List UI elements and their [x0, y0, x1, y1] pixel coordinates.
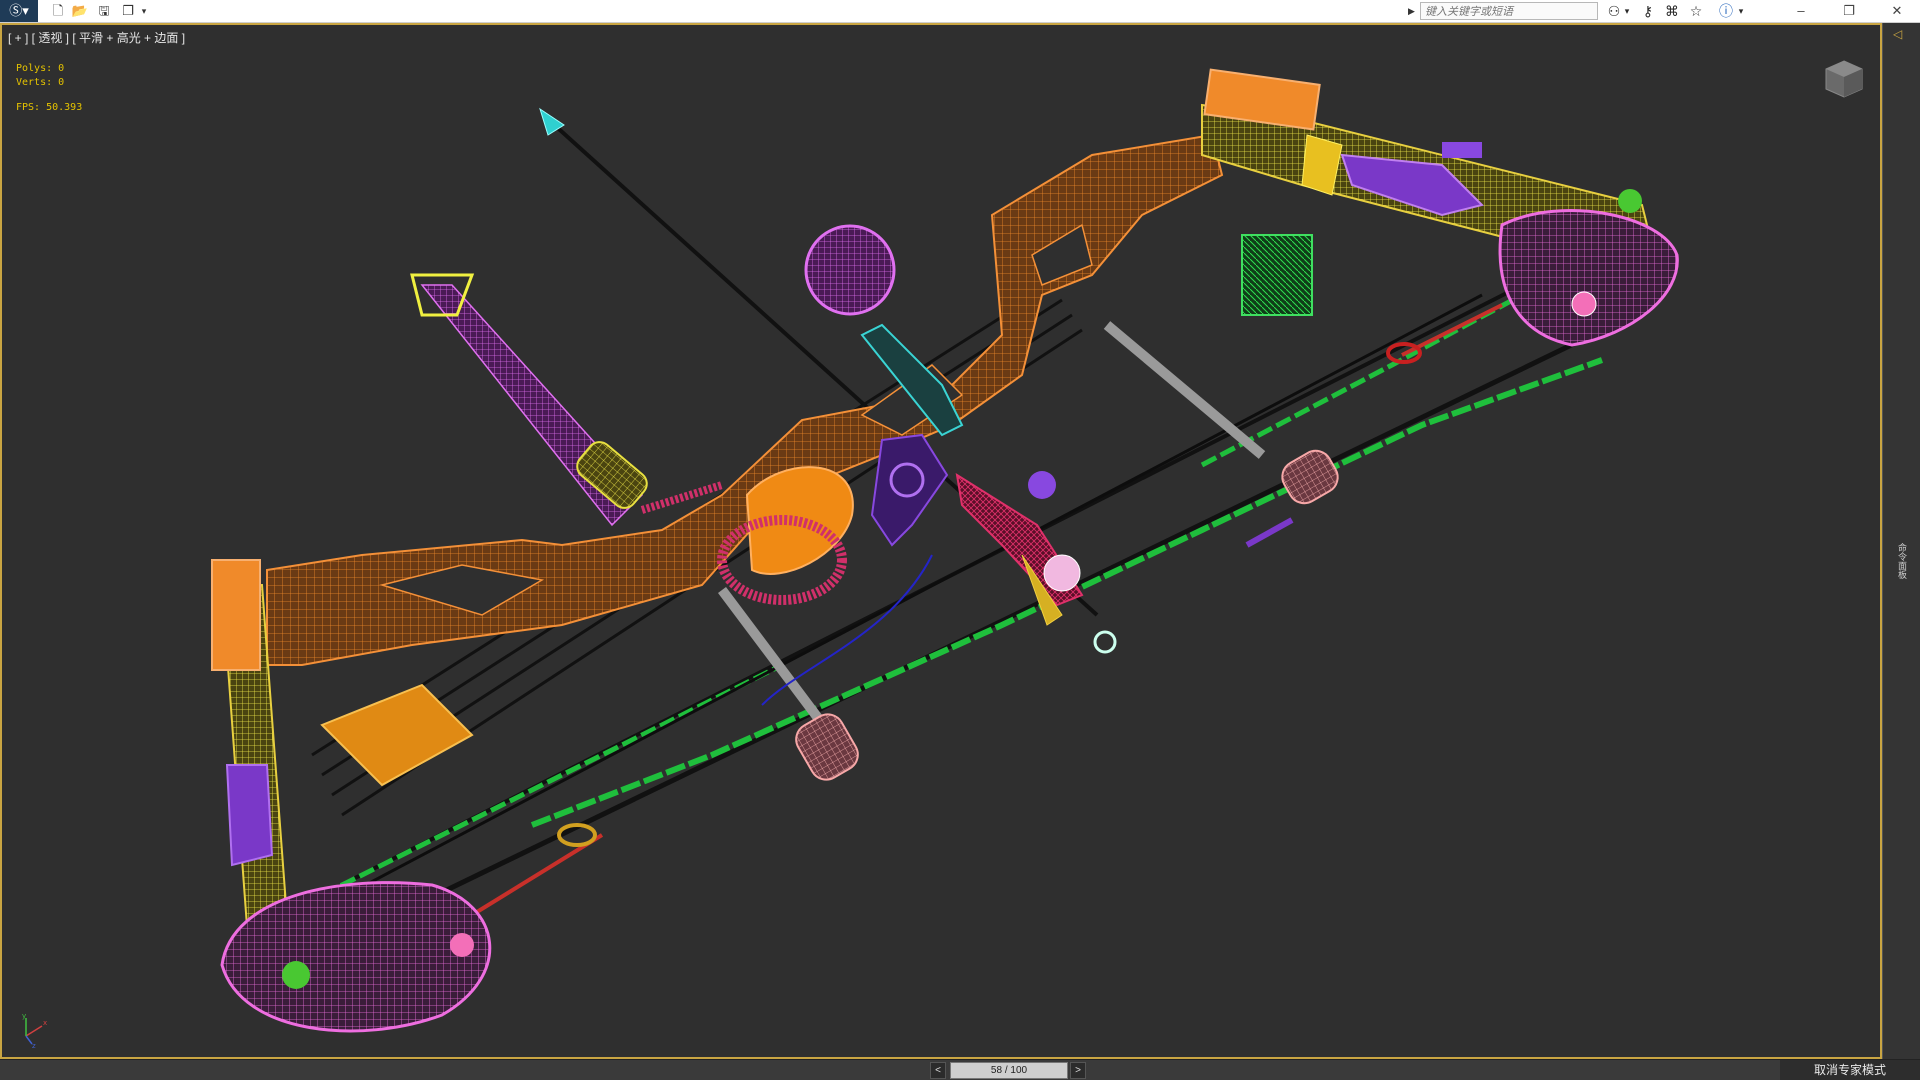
restore-icon[interactable]: ❐	[1826, 0, 1872, 22]
new-file-icon[interactable]: 🗋	[48, 2, 68, 20]
stabilizer-rod-lower	[718, 587, 831, 733]
save-icon[interactable]: 🖫	[94, 2, 114, 20]
project-icon[interactable]: ❐	[118, 2, 138, 20]
peep-purple	[1028, 471, 1056, 499]
panel-collapse-icon[interactable]: ◁	[1893, 27, 1902, 41]
command-panel-strip[interactable]: ◁ 命令面板	[1882, 23, 1920, 1059]
lower-limb-pocket	[211, 559, 261, 671]
stats-fps: FPS: 50.393	[16, 102, 83, 113]
cancel-expert-mode-button[interactable]: 取消专家模式	[1780, 1060, 1920, 1080]
open-folder-icon[interactable]: 📂	[70, 2, 90, 20]
bow-sight-housing	[804, 224, 896, 316]
search-input[interactable]: 键入关键字或短语	[1420, 2, 1598, 20]
limb-dampener	[1241, 234, 1313, 316]
viewcube-icon[interactable]	[1822, 57, 1866, 101]
arrow-rest	[870, 433, 949, 547]
binoculars-icon[interactable]: ⚇	[1604, 2, 1624, 20]
upper-cam-green-node	[1618, 189, 1642, 213]
binoculars-dropdown-icon[interactable]: ▾	[1622, 2, 1632, 20]
arrow-fletchings	[320, 683, 474, 787]
help-dropdown-icon[interactable]: ▾	[1736, 2, 1746, 20]
close-icon[interactable]: ✕	[1874, 0, 1920, 22]
viewport-label-menu[interactable]: [ + ] [ 透视 ] [ 平滑 + 高光 + 边面 ]	[8, 29, 185, 46]
minimize-icon[interactable]: –	[1778, 0, 1824, 22]
status-bar: < 58 / 100 > 取消专家模式	[0, 1059, 1920, 1080]
lower-bracket	[225, 764, 274, 867]
d-loop	[1093, 630, 1117, 654]
lower-cam-pink-node	[450, 933, 474, 957]
app-menu-button[interactable]: Ⓢ▾	[0, 0, 38, 22]
user-icon[interactable]: ⌘	[1662, 2, 1682, 20]
bow-model-scene[interactable]	[2, 25, 1880, 1057]
stabilizer-weight-upper	[1281, 449, 1339, 505]
perspective-viewport[interactable]: [ + ] [ 透视 ] [ 平滑 + 高光 + 边面 ] Polys: 0 V…	[0, 23, 1882, 1059]
axis-y-label: y	[22, 1012, 26, 1020]
key-icon[interactable]: ⚷	[1638, 2, 1658, 20]
upper-cam	[1498, 209, 1679, 347]
cable-guard-knob	[1442, 142, 1482, 158]
timeline-prev-button[interactable]: <	[930, 1062, 946, 1079]
command-panel-label: 命令面板	[1897, 543, 1907, 579]
lower-cam-axle	[282, 961, 310, 989]
stabilizer-rod-upper	[1103, 321, 1266, 459]
string-silencer	[1245, 517, 1294, 548]
stats-verts: Verts: 0	[16, 77, 65, 88]
time-slider[interactable]: 58 / 100	[950, 1062, 1068, 1079]
release-knob	[1043, 554, 1081, 592]
help-icon[interactable]: ⓘ	[1716, 2, 1736, 20]
timeline-next-button[interactable]: >	[1070, 1062, 1086, 1079]
app-logo-icon: Ⓢ▾	[9, 3, 29, 18]
search-expand-icon[interactable]: ▶	[1408, 3, 1418, 19]
axis-tripod-icon: x y z	[22, 1012, 47, 1050]
dropdown-icon[interactable]: ▾	[138, 2, 150, 20]
axis-x-label: x	[43, 1019, 47, 1027]
star-icon[interactable]: ☆	[1686, 2, 1706, 20]
upper-cam-axle	[1571, 291, 1597, 317]
title-bar: Ⓢ▾ 🗋 📂 🖫 ❐ ▾ ▶ 键入关键字或短语 ⚇ ▾ ⚷ ⌘ ☆ ⓘ ▾ – …	[0, 0, 1920, 23]
axis-z-label: z	[32, 1042, 36, 1050]
